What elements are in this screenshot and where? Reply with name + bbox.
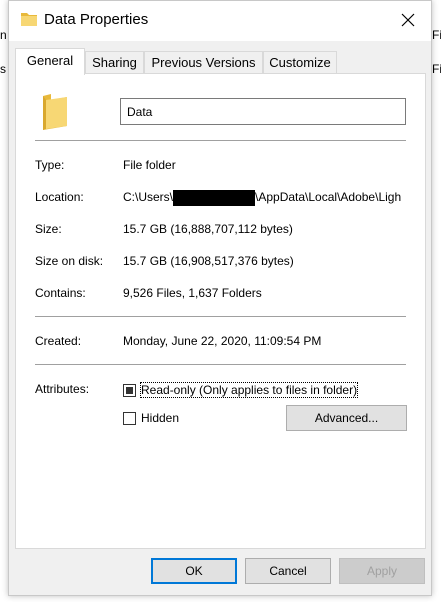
location-value: C:\Users\ \AppData\Local\Adobe\Ligh — [123, 190, 407, 206]
folder-name-input[interactable] — [120, 98, 406, 125]
size-value: 15.7 GB (16,888,707,112 bytes) — [123, 222, 293, 236]
size-label: Size: — [35, 222, 62, 236]
ok-button[interactable]: OK — [151, 558, 237, 584]
close-icon — [401, 13, 415, 27]
background-text: n — [0, 28, 7, 42]
created-value: Monday, June 22, 2020, 11:09:54 PM — [123, 334, 322, 348]
background-text: Fi — [432, 28, 441, 42]
location-suffix: \AppData\Local\Adobe\Ligh — [255, 190, 402, 204]
readonly-label[interactable]: Read-only (Only applies to files in fold… — [139, 382, 359, 398]
created-row: Created: Monday, June 22, 2020, 11:09:54… — [35, 334, 415, 352]
title-bar: Data Properties — [9, 1, 431, 41]
size-row: Size: 15.7 GB (16,888,707,112 bytes) — [35, 222, 415, 240]
created-label: Created: — [35, 334, 82, 348]
hidden-checkbox[interactable] — [123, 412, 136, 425]
redaction-block — [173, 190, 256, 206]
type-label: Type: — [35, 158, 65, 172]
background-window-left: n s — [0, 14, 8, 94]
background-window-right: Fi Fi — [431, 14, 441, 94]
location-prefix: C:\Users\ — [123, 190, 174, 204]
general-panel: Type: File folder Location: C:\Users\ \Ap… — [15, 73, 426, 549]
contains-label: Contains: — [35, 286, 86, 300]
size-on-disk-row: Size on disk: 15.7 GB (16,908,517,376 by… — [35, 254, 415, 272]
location-row: Location: C:\Users\ \AppData\Local\Adobe\… — [35, 190, 415, 208]
folder-icon — [20, 11, 38, 27]
size-on-disk-value: 15.7 GB (16,908,517,376 bytes) — [123, 254, 294, 268]
divider — [35, 316, 406, 317]
readonly-checkbox[interactable] — [123, 384, 136, 397]
cancel-button[interactable]: Cancel — [245, 558, 331, 584]
background-text: s — [0, 62, 6, 76]
attributes-label: Attributes: — [35, 382, 90, 396]
folder-icon — [40, 92, 70, 132]
size-on-disk-label: Size on disk: — [35, 254, 104, 268]
divider — [35, 364, 406, 365]
advanced-button[interactable]: Advanced... — [286, 405, 407, 431]
tab-customize[interactable]: Customize — [263, 51, 337, 73]
location-label: Location: — [35, 190, 84, 204]
contains-row: Contains: 9,526 Files, 1,637 Folders — [35, 286, 415, 304]
close-button[interactable] — [385, 1, 431, 39]
divider — [35, 140, 406, 141]
tab-general[interactable]: General — [15, 48, 85, 75]
background-text: Fi — [432, 62, 441, 76]
attributes-row: Attributes: — [35, 382, 115, 400]
properties-dialog: Data Properties General Sharing Previous… — [8, 0, 432, 596]
tab-previous-versions[interactable]: Previous Versions — [144, 51, 263, 73]
apply-button[interactable]: Apply — [339, 558, 425, 584]
window-title: Data Properties — [44, 11, 149, 28]
type-value: File folder — [123, 158, 176, 172]
contains-value: 9,526 Files, 1,637 Folders — [123, 286, 262, 300]
tab-sharing[interactable]: Sharing — [85, 51, 144, 73]
hidden-label[interactable]: Hidden — [141, 411, 179, 425]
type-row: Type: File folder — [35, 158, 415, 176]
